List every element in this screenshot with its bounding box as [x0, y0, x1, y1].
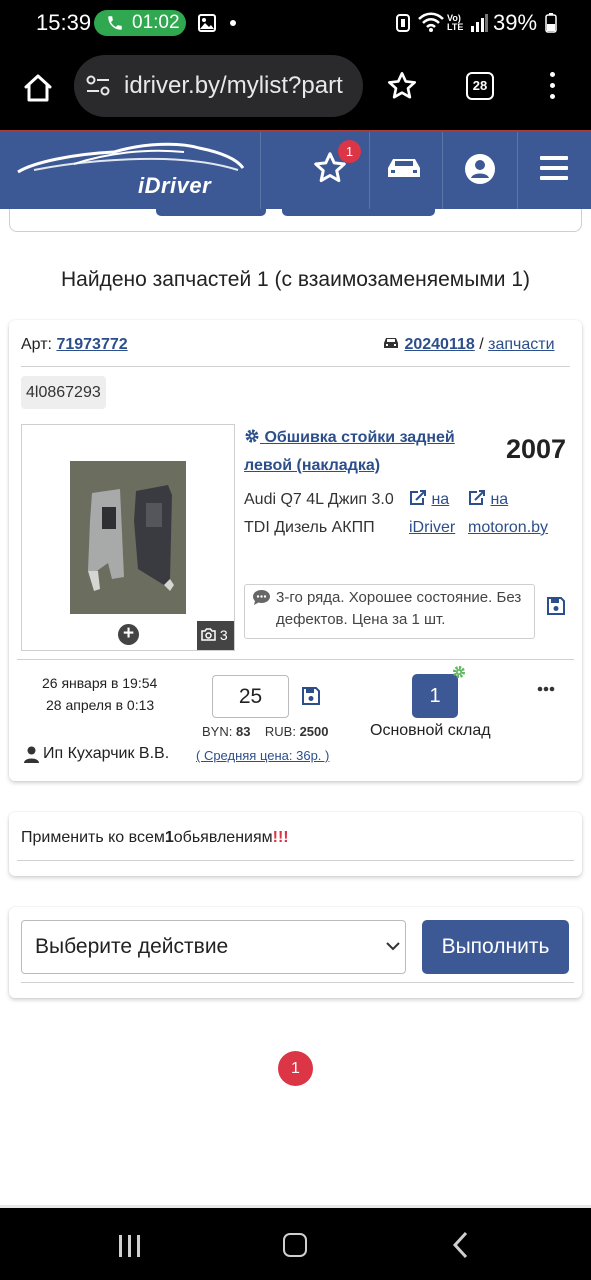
user-account-icon[interactable] [464, 153, 496, 185]
article-line: Арт: 71973772 [21, 336, 128, 354]
article-number-link[interactable]: 71973772 [56, 336, 127, 353]
volte-icon: Vo) LTE [447, 13, 464, 32]
add-photo-icon[interactable]: + [118, 624, 139, 645]
address-bar[interactable]: idriver.by/mylist?part [74, 55, 363, 117]
part-year: 2007 [506, 434, 567, 464]
seller-name: Ип Кухарчик В.В. [43, 745, 170, 762]
apply-all-text: Применить ко всем1обьявлениям!!! [21, 829, 289, 847]
battery-icon [545, 13, 557, 33]
part-photo-drawing [70, 461, 186, 614]
gear-icon[interactable] [452, 665, 466, 679]
apply-prefix: Применить ко всем [21, 829, 165, 846]
comment-text: 3-го ряда. Хорошее состояние. Без дефект… [276, 589, 522, 628]
filter-button[interactable] [156, 209, 266, 216]
apply-suffix: обьявлениям [173, 829, 273, 846]
car-icon [384, 338, 398, 348]
call-timer: 01:02 [132, 12, 180, 33]
back-icon[interactable] [452, 1231, 470, 1259]
more-options-icon[interactable] [537, 686, 555, 692]
apply-count: 1 [164, 829, 174, 846]
site-settings-icon[interactable] [86, 75, 110, 97]
spare-parts-link[interactable]: запчасти [488, 336, 554, 353]
date-code-link[interactable]: 20240118 [404, 336, 474, 353]
header-divider [260, 132, 261, 209]
user-icon [24, 746, 39, 763]
gear-icon [245, 429, 259, 443]
stock-count-button[interactable]: 1 [412, 674, 458, 718]
site-logo[interactable]: iDriver [138, 173, 211, 199]
warehouse-label: Основной склад [370, 722, 491, 739]
idriver-link-prefix: на [431, 491, 450, 508]
browser-menu-icon[interactable] [550, 72, 556, 105]
nfc-icon [396, 14, 410, 32]
recents-icon[interactable] [117, 1233, 143, 1259]
idriver-link[interactable]: на iDriver [409, 486, 455, 542]
updated-date: 28 апреля в 0:13 [46, 697, 155, 713]
photo-count-badge[interactable]: 3 [197, 621, 234, 650]
motoron-link[interactable]: на motoron.by [468, 486, 548, 542]
status-time: 15:39 [36, 10, 92, 35]
date-code-line: 20240118 / запчасти [382, 336, 555, 354]
save-comment-icon[interactable] [546, 596, 566, 616]
apply-exclaim: !!! [272, 829, 289, 846]
pagination-current-page[interactable]: 1 [278, 1051, 313, 1086]
part-title-link[interactable]: Обшивка стойки задней левой (накладка) [244, 424, 474, 480]
price-conversion: BYN: 83 RUB: 2500 [202, 724, 329, 739]
header-divider [442, 132, 443, 209]
article-label: Арт: [21, 336, 52, 353]
byn-label: BYN: [202, 724, 233, 739]
notification-dot-icon [230, 20, 236, 26]
motoron-link-prefix: на [490, 491, 509, 508]
oem-number-tag: 4l0867293 [21, 376, 106, 409]
header-divider [517, 132, 518, 209]
wifi-icon [418, 12, 444, 32]
filter-button[interactable] [282, 209, 435, 216]
average-price-link[interactable]: ( Средняя цена: 36р. ) [196, 748, 329, 763]
photo-count: 3 [219, 627, 228, 643]
tabs-button[interactable]: 28 [466, 72, 494, 100]
save-price-icon[interactable] [301, 686, 321, 706]
divider [21, 982, 574, 983]
created-date: 26 января в 19:54 [42, 675, 158, 691]
date-separator: / [479, 336, 484, 353]
header-divider [369, 132, 370, 209]
rub-value: 2500 [299, 724, 329, 739]
camera-icon [201, 628, 216, 641]
signal-icon [471, 14, 488, 32]
hamburger-menu-icon[interactable] [540, 156, 568, 186]
battery-percent: 39% [493, 10, 538, 35]
call-indicator[interactable]: 01:02 [94, 10, 186, 36]
execute-button[interactable]: Выполнить [422, 920, 569, 974]
browser-home-icon[interactable] [18, 68, 58, 108]
gallery-icon [198, 14, 216, 32]
car-description: Audi Q7 4L Джип 3.0 TDI Дизель АКПП [244, 491, 394, 536]
divider [17, 659, 574, 660]
garage-car-icon[interactable] [385, 156, 423, 180]
divider [21, 366, 570, 367]
favorites-count-badge: 1 [338, 140, 361, 163]
comment-icon [253, 590, 270, 605]
action-select[interactable]: Выберите действие [21, 920, 406, 974]
rub-label: RUB: [264, 724, 296, 739]
bookmark-star-icon[interactable] [386, 70, 418, 102]
action-select-value: Выберите действие [35, 935, 229, 958]
part-title: Обшивка стойки задней левой (накладка) [244, 429, 455, 474]
phone-icon [108, 16, 122, 30]
url-text: idriver.by/mylist?part [124, 72, 343, 99]
external-link-icon [469, 490, 485, 505]
chevron-down-icon [386, 942, 400, 951]
results-count-title: Найдено запчастей 1 (с взаимозаменяемыми… [60, 268, 530, 291]
idriver-link-label: iDriver [409, 519, 456, 536]
byn-value: 83 [235, 724, 251, 739]
motoron-link-label: motoron.by [468, 519, 549, 536]
external-link-icon [410, 490, 426, 505]
price-input[interactable]: 25 [212, 675, 289, 718]
divider [17, 860, 574, 861]
home-icon[interactable] [283, 1233, 307, 1257]
part-photo[interactable] [70, 461, 186, 614]
